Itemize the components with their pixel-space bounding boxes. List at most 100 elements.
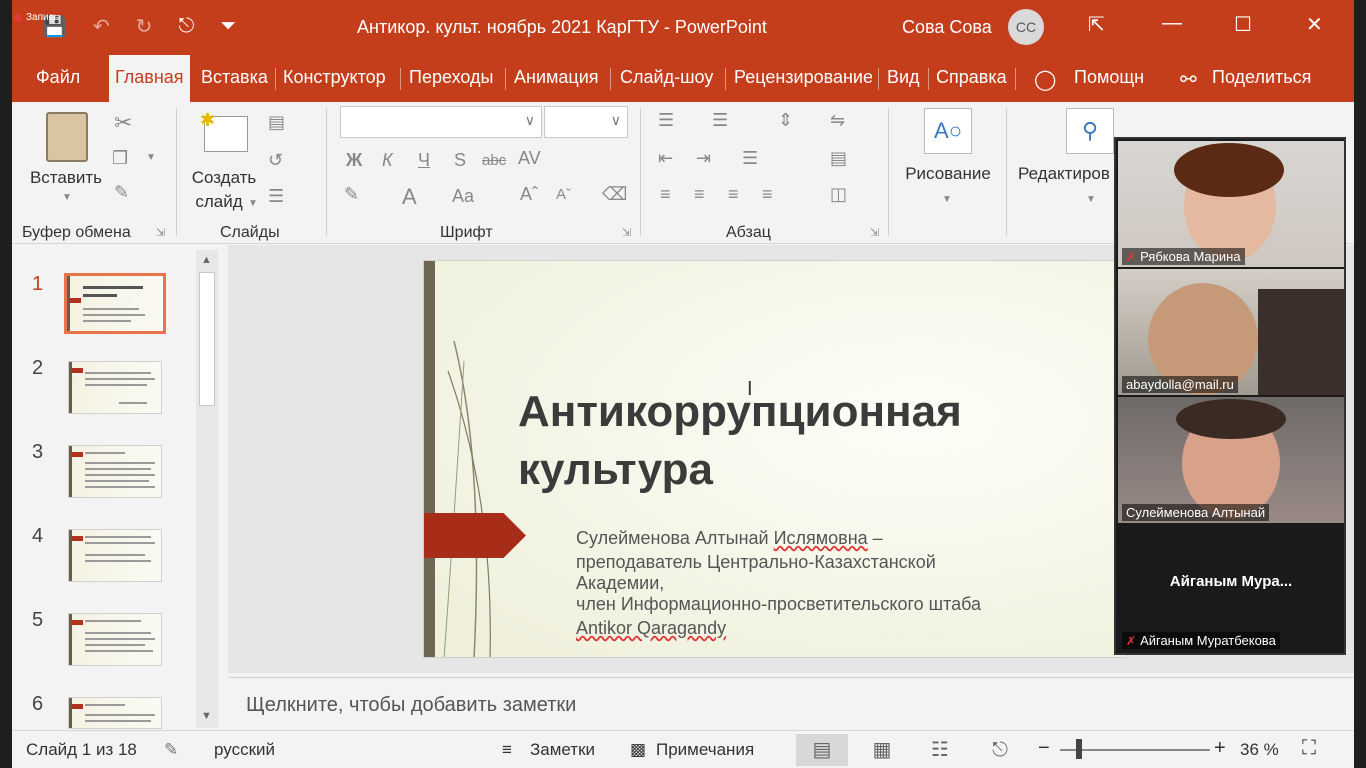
paste-button[interactable]: Вставить bbox=[26, 168, 106, 188]
undo-icon[interactable]: ↶ bbox=[93, 14, 110, 39]
increase-font-icon[interactable]: Aˆ bbox=[520, 184, 538, 205]
find-icon[interactable]: ⚲ bbox=[1066, 108, 1114, 154]
zoom-slider-knob[interactable] bbox=[1076, 739, 1082, 759]
chevron-down-icon[interactable]: ∨ bbox=[611, 112, 621, 129]
tab-insert[interactable]: Вставка bbox=[201, 67, 268, 88]
add-person-icon[interactable]: ⚯ bbox=[1180, 67, 1197, 92]
participant-tile[interactable]: Сулейменова Алтынай bbox=[1118, 397, 1344, 523]
zoom-slider-track[interactable] bbox=[1060, 749, 1210, 751]
spelling-icon[interactable]: ✎ bbox=[164, 740, 178, 760]
present-from-start-icon[interactable]: ⎋ bbox=[178, 15, 194, 38]
align-text-icon[interactable]: ▤ bbox=[830, 148, 847, 169]
section-icon[interactable]: ☰ bbox=[268, 186, 284, 207]
comments-icon[interactable]: ▩ bbox=[630, 740, 646, 760]
tab-review[interactable]: Рецензирование bbox=[734, 67, 872, 88]
scrollbar-thumb[interactable] bbox=[199, 272, 215, 406]
tab-slideshow[interactable]: Слайд-шоу bbox=[620, 67, 713, 88]
lightbulb-icon[interactable]: ◯ bbox=[1034, 67, 1056, 92]
change-case-button[interactable]: Aa bbox=[452, 186, 474, 207]
close-icon[interactable]: ✕ bbox=[1306, 12, 1323, 37]
customize-qat-icon[interactable]: ⏷ bbox=[220, 15, 236, 38]
char-spacing-button[interactable]: AV bbox=[518, 148, 541, 169]
drawing-button[interactable]: Рисование bbox=[896, 164, 1000, 184]
shadow-button[interactable]: S bbox=[454, 150, 466, 171]
bullets-icon[interactable]: ☰ bbox=[658, 110, 674, 131]
chevron-down-icon[interactable]: ▼ bbox=[146, 152, 156, 163]
tab-design[interactable]: Конструктор bbox=[283, 67, 386, 88]
normal-view-icon[interactable]: ▤ bbox=[796, 734, 848, 766]
minimize-icon[interactable]: — bbox=[1162, 12, 1182, 35]
bold-button[interactable]: Ж bbox=[346, 150, 362, 171]
language-indicator[interactable]: русский bbox=[214, 740, 275, 760]
notes-pane[interactable]: Щелкните, чтобы добавить заметки bbox=[228, 677, 1354, 729]
paste-icon[interactable] bbox=[46, 112, 88, 162]
copy-icon[interactable]: ❐ bbox=[112, 148, 128, 169]
slide-thumbnail-1[interactable] bbox=[64, 273, 166, 334]
chevron-down-icon[interactable]: ▼ bbox=[942, 194, 952, 205]
layout-icon[interactable]: ▤ bbox=[268, 112, 285, 133]
slide-thumbnail-6[interactable] bbox=[68, 697, 162, 729]
tab-home[interactable]: Главная bbox=[109, 55, 190, 102]
tab-view[interactable]: Вид bbox=[887, 67, 920, 88]
maximize-icon[interactable]: ☐ bbox=[1234, 12, 1252, 37]
tab-help[interactable]: Справка bbox=[936, 67, 1007, 88]
thumbnails-scrollbar[interactable]: ▲ ▼ bbox=[196, 250, 218, 728]
comments-button[interactable]: Примечания bbox=[656, 740, 754, 760]
chevron-down-icon[interactable]: ▼ bbox=[1086, 194, 1096, 205]
participant-tile[interactable]: abaydolla@mail.ru bbox=[1118, 269, 1344, 395]
line-spacing-icon[interactable]: ⇕ bbox=[778, 110, 793, 131]
slide-thumbnail-5[interactable] bbox=[68, 613, 162, 666]
scroll-up-icon[interactable]: ▲ bbox=[201, 254, 212, 266]
chevron-down-icon[interactable]: ∨ bbox=[525, 112, 535, 129]
editing-button[interactable]: Редактиров bbox=[1018, 164, 1118, 184]
zoom-level[interactable]: 36 % bbox=[1240, 740, 1279, 760]
slide-thumbnail-3[interactable] bbox=[68, 445, 162, 498]
slide-subtitle[interactable]: Сулейменова Алтынай Ислямовна – преподав… bbox=[576, 526, 1116, 640]
zoom-out-icon[interactable]: − bbox=[1038, 737, 1050, 760]
notes-toggle-icon[interactable]: ≡ bbox=[502, 740, 512, 760]
shapes-icon[interactable]: A○ bbox=[924, 108, 972, 154]
zoom-in-icon[interactable]: + bbox=[1214, 737, 1226, 760]
format-painter-icon[interactable]: ✎ bbox=[114, 182, 129, 203]
justify-icon[interactable]: ≡ bbox=[762, 184, 773, 205]
slideshow-view-icon[interactable]: ⎋ bbox=[974, 734, 1026, 766]
slide-thumbnail-2[interactable] bbox=[68, 361, 162, 414]
avatar[interactable]: СС bbox=[1008, 9, 1044, 45]
tab-tell-me[interactable]: Помощн bbox=[1074, 67, 1144, 88]
tab-animations[interactable]: Анимация bbox=[514, 67, 599, 88]
chevron-down-icon[interactable]: ▼ bbox=[62, 192, 72, 203]
eraser-icon[interactable]: ⌫ bbox=[602, 184, 627, 205]
slide-sorter-icon[interactable]: ▦ bbox=[856, 734, 908, 766]
share-button[interactable]: Поделиться bbox=[1212, 67, 1311, 88]
new-slide-button[interactable]: Создать bbox=[184, 168, 264, 188]
reading-view-icon[interactable]: ☷ bbox=[914, 734, 966, 766]
current-slide[interactable]: Антикоррупционная культура Сулейменова А… bbox=[423, 260, 1127, 658]
account-name[interactable]: Сова Сова bbox=[902, 17, 992, 38]
underline-button[interactable]: Ч bbox=[418, 150, 430, 171]
font-color-button[interactable]: A bbox=[402, 184, 417, 210]
redo-icon[interactable]: ↻ bbox=[136, 14, 153, 39]
notes-toggle-button[interactable]: Заметки bbox=[530, 740, 595, 760]
font-size-combo[interactable]: ∨ bbox=[544, 106, 628, 138]
decrease-font-icon[interactable]: Aˇ bbox=[556, 186, 571, 203]
align-left-icon[interactable]: ≡ bbox=[660, 184, 671, 205]
slide-thumbnail-4[interactable] bbox=[68, 529, 162, 582]
participant-tile[interactable]: Айганым Мура... ✗ Айганым Муратбекова bbox=[1118, 525, 1344, 651]
italic-button[interactable]: К bbox=[382, 150, 393, 171]
tab-transitions[interactable]: Переходы bbox=[409, 67, 493, 88]
numbering-icon[interactable]: ☰ bbox=[712, 110, 728, 131]
dialog-launcher-icon[interactable]: ⇲ bbox=[156, 226, 165, 239]
participant-tile[interactable]: ✗ Рябкова Марина bbox=[1118, 141, 1344, 267]
dialog-launcher-icon[interactable]: ⇲ bbox=[622, 226, 631, 239]
text-direction-icon[interactable]: ⇋ bbox=[830, 110, 845, 131]
tab-file[interactable]: Файл bbox=[36, 67, 80, 88]
columns-icon[interactable]: ☰ bbox=[742, 148, 758, 169]
increase-indent-icon[interactable]: ⇥ bbox=[696, 148, 711, 169]
new-slide-button-line2[interactable]: слайд bbox=[184, 192, 254, 212]
align-right-icon[interactable]: ≡ bbox=[728, 184, 739, 205]
strikethrough-button[interactable]: abc bbox=[482, 152, 506, 169]
clear-format-icon[interactable]: ✎ bbox=[344, 184, 359, 205]
dialog-launcher-icon[interactable]: ⇲ bbox=[870, 226, 879, 239]
decrease-indent-icon[interactable]: ⇤ bbox=[658, 148, 673, 169]
fit-slide-icon[interactable]: ⛶ bbox=[1302, 737, 1316, 760]
